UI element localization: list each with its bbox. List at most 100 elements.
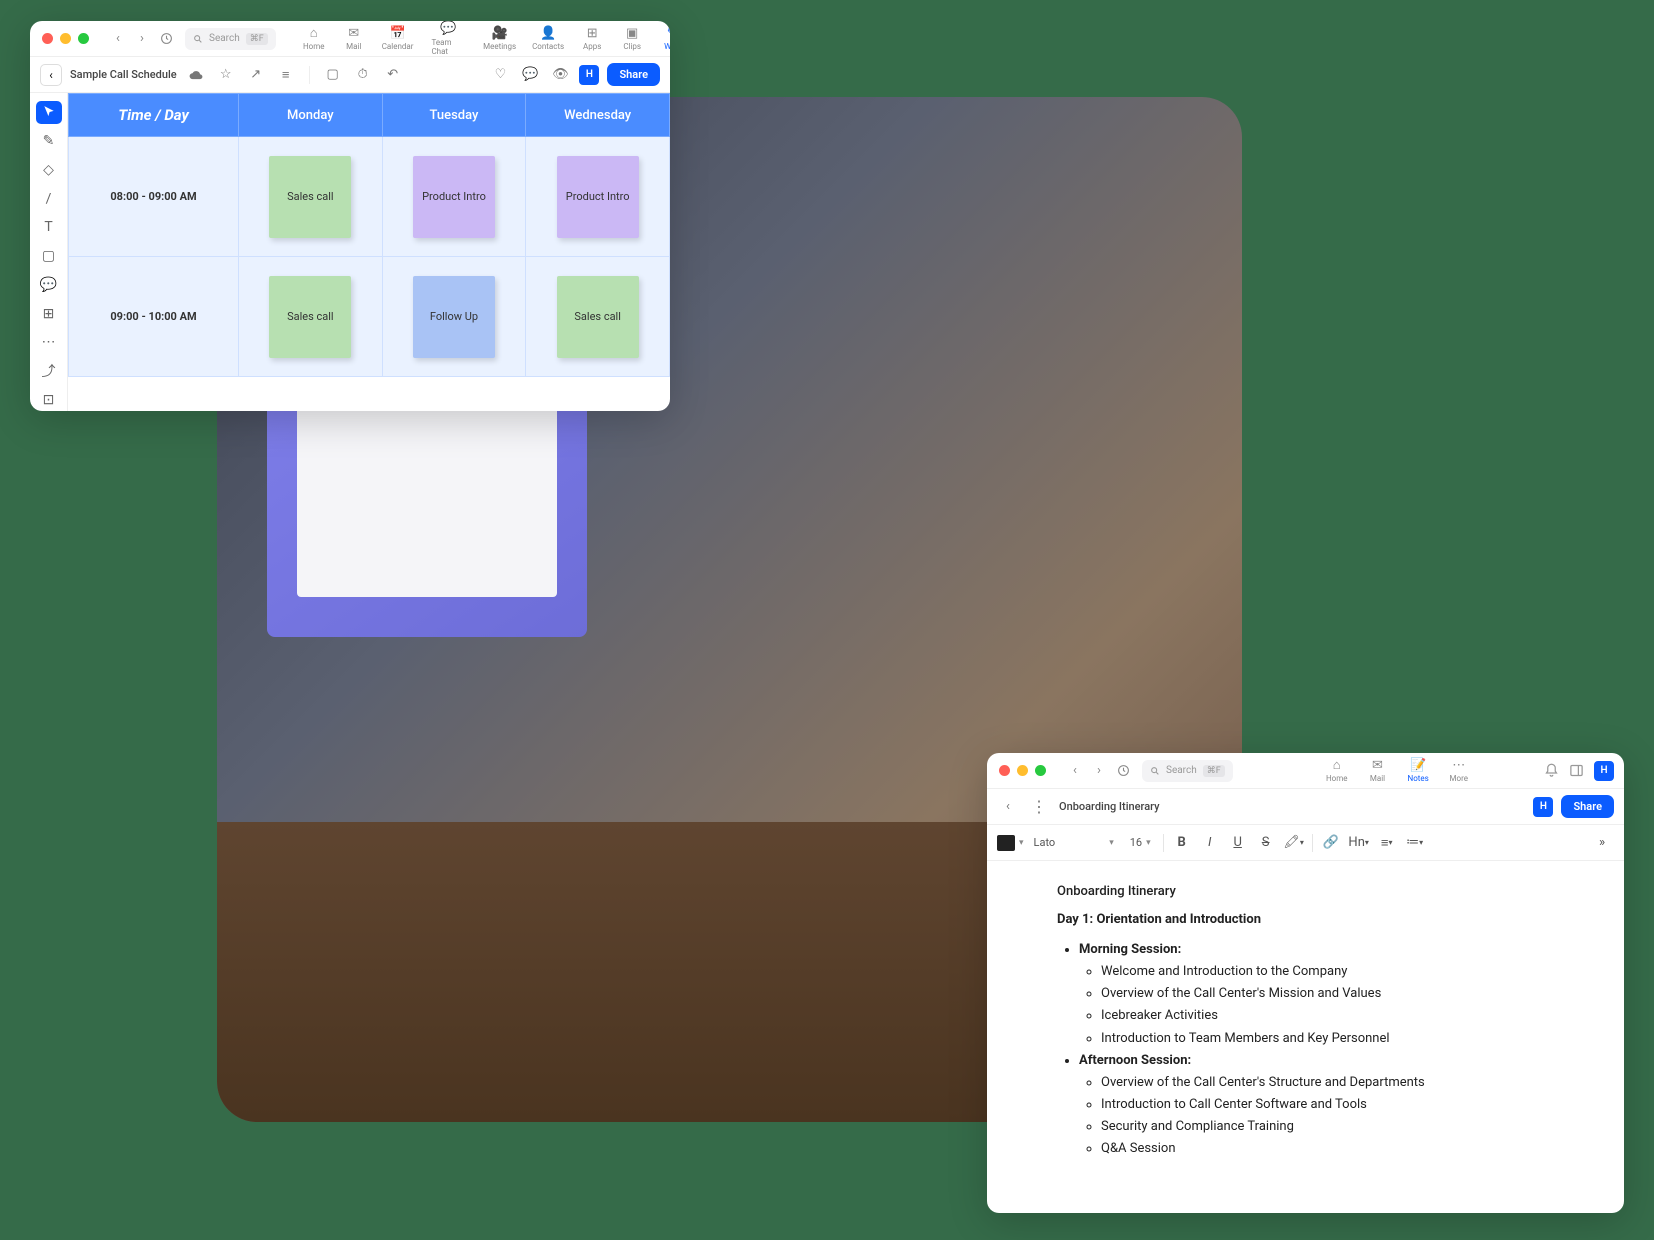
tool-upload[interactable]: ⤴ — [36, 360, 62, 383]
nav-tabs: ⌂Home ✉Mail 📅Calendar 💬Team Chat 🎥Meetin… — [294, 21, 670, 58]
document-body[interactable]: Onboarding Itinerary Day 1: Orientation … — [987, 861, 1624, 1180]
whiteboard-window: ‹ › Search ⌘F ⌂Home ✉Mail 📅Calendar 💬Tea… — [30, 21, 670, 411]
expand-button[interactable]: » — [1590, 831, 1614, 855]
tab-whiteboard[interactable]: ✎Whit — [652, 21, 670, 58]
close-dot[interactable] — [42, 33, 53, 44]
more-menu[interactable]: ⋮ — [1027, 797, 1051, 816]
highlight-button[interactable]: 🖍▾ — [1282, 831, 1306, 855]
format-bar: ▾ Lato▾ 16▾ B I U S 🖍▾ 🔗 Hn▾ ≡▾ ≔▾ » — [987, 825, 1624, 861]
heart-icon[interactable]: ♡ — [489, 64, 511, 86]
share-button[interactable]: Share — [607, 63, 660, 86]
nav-fwd[interactable]: › — [131, 28, 153, 50]
min-dot[interactable] — [1017, 765, 1028, 776]
size-select[interactable]: 16▾ — [1124, 836, 1157, 849]
list-icon[interactable]: ≡ — [275, 64, 297, 86]
min-dot[interactable] — [60, 33, 71, 44]
bell-icon[interactable] — [1544, 763, 1559, 778]
tool-templates[interactable]: ⊡ — [36, 388, 62, 411]
card[interactable]: Product Intro — [557, 156, 639, 238]
eye-icon[interactable]: 👁 — [549, 64, 571, 86]
avatar[interactable]: H — [579, 65, 599, 85]
tab-mail[interactable]: ✉Mail — [1357, 756, 1397, 785]
tab-more[interactable]: ⋯More — [1439, 756, 1479, 785]
back-button[interactable]: ‹ — [997, 796, 1019, 818]
max-dot[interactable] — [78, 33, 89, 44]
nav-history[interactable] — [155, 28, 177, 50]
tab-mail[interactable]: ✉Mail — [334, 21, 374, 58]
card[interactable]: Product Intro — [413, 156, 495, 238]
font-select[interactable]: Lato▾ — [1028, 836, 1120, 849]
present-icon[interactable]: ▢ — [322, 64, 344, 86]
tab-calendar[interactable]: 📅Calendar — [374, 21, 422, 58]
canvas[interactable]: Time / Day Monday Tuesday Wednesday 08:0… — [68, 93, 670, 411]
max-dot[interactable] — [1035, 765, 1046, 776]
bold-button[interactable]: B — [1170, 831, 1194, 855]
nav-back[interactable]: ‹ — [1064, 760, 1086, 782]
tool-sticky[interactable]: ▢ — [36, 245, 62, 268]
timer-icon[interactable]: ⏱ — [352, 64, 374, 86]
tab-home[interactable]: ⌂Home — [294, 21, 334, 58]
tab-meetings[interactable]: 🎥Meetings — [475, 21, 524, 58]
tool-text[interactable]: T — [36, 216, 62, 239]
header-wed: Wednesday — [526, 94, 670, 137]
search-icon — [193, 34, 203, 44]
undo-icon[interactable]: ↶ — [382, 64, 404, 86]
nav-back[interactable]: ‹ — [107, 28, 129, 50]
time-0: 08:00 - 09:00 AM — [69, 137, 239, 257]
session-2-title: Afternoon Session: — [1079, 1050, 1554, 1072]
back-button[interactable]: ‹ — [40, 64, 62, 86]
card[interactable]: Sales call — [269, 276, 351, 358]
tab-home[interactable]: ⌂Home — [1316, 756, 1358, 785]
tool-comment[interactable]: 💬 — [36, 273, 62, 296]
nav-fwd[interactable]: › — [1088, 760, 1110, 782]
tab-apps[interactable]: ⊞Apps — [572, 21, 612, 58]
tool-frame[interactable]: ⊞ — [36, 302, 62, 325]
italic-button[interactable]: I — [1198, 831, 1222, 855]
traffic-lights — [987, 755, 1058, 786]
star-icon[interactable]: ☆ — [215, 64, 237, 86]
tool-select[interactable] — [36, 101, 62, 124]
header-mon: Monday — [239, 94, 383, 137]
search-input[interactable]: Search ⌘F — [185, 28, 276, 50]
color-swatch[interactable] — [997, 835, 1015, 851]
avatar[interactable]: H — [1594, 761, 1614, 781]
open-icon[interactable]: ↗ — [245, 64, 267, 86]
tool-pen[interactable]: ✎ — [36, 130, 62, 153]
tool-sidebar: ✎ ◇ / T ▢ 💬 ⊞ ⋯ ⤴ ⊡ — [30, 93, 68, 411]
doc-h2: Day 1: Orientation and Introduction — [1057, 909, 1554, 931]
strike-button[interactable]: S — [1254, 831, 1278, 855]
avatar-small[interactable]: H — [1533, 797, 1553, 817]
card[interactable]: Follow Up — [413, 276, 495, 358]
session-1-title: Morning Session: — [1079, 939, 1554, 961]
search-placeholder: Search — [209, 33, 240, 44]
search-input[interactable]: Search ⌘F — [1142, 760, 1233, 782]
tab-contacts[interactable]: 👤Contacts — [524, 21, 572, 58]
align-button[interactable]: ≡▾ — [1375, 831, 1399, 855]
tab-clips[interactable]: ▣Clips — [612, 21, 652, 58]
tool-more[interactable]: ⋯ — [36, 331, 62, 354]
search-icon — [1150, 766, 1160, 776]
list-item: Welcome and Introduction to the Company — [1101, 961, 1554, 983]
tab-teamchat[interactable]: 💬Team Chat — [421, 21, 475, 58]
header-time: Time / Day — [69, 94, 239, 137]
comment-icon[interactable]: 💬 — [519, 64, 541, 86]
link-button[interactable]: 🔗 — [1319, 831, 1343, 855]
tool-shape[interactable]: ◇ — [36, 158, 62, 181]
cloud-icon[interactable] — [185, 64, 207, 86]
underline-button[interactable]: U — [1226, 831, 1250, 855]
nav-history[interactable] — [1112, 760, 1134, 782]
tool-line[interactable]: / — [36, 187, 62, 210]
list-item: Overview of the Call Center's Structure … — [1101, 1072, 1554, 1094]
tab-notes[interactable]: 📝Notes — [1397, 756, 1438, 785]
top-bar: ‹ › Search ⌘F ⌂Home ✉Mail 📅Calendar 💬Tea… — [30, 21, 670, 57]
share-button[interactable]: Share — [1561, 795, 1614, 818]
card[interactable]: Sales call — [269, 156, 351, 238]
card[interactable]: Sales call — [557, 276, 639, 358]
list-button[interactable]: ≔▾ — [1403, 831, 1427, 855]
doc-title: Sample Call Schedule — [70, 68, 177, 81]
list-item: Introduction to Team Members and Key Per… — [1101, 1028, 1554, 1050]
panel-icon[interactable] — [1569, 763, 1584, 778]
list-item: Security and Compliance Training — [1101, 1116, 1554, 1138]
heading-button[interactable]: Hn▾ — [1347, 831, 1371, 855]
close-dot[interactable] — [999, 765, 1010, 776]
